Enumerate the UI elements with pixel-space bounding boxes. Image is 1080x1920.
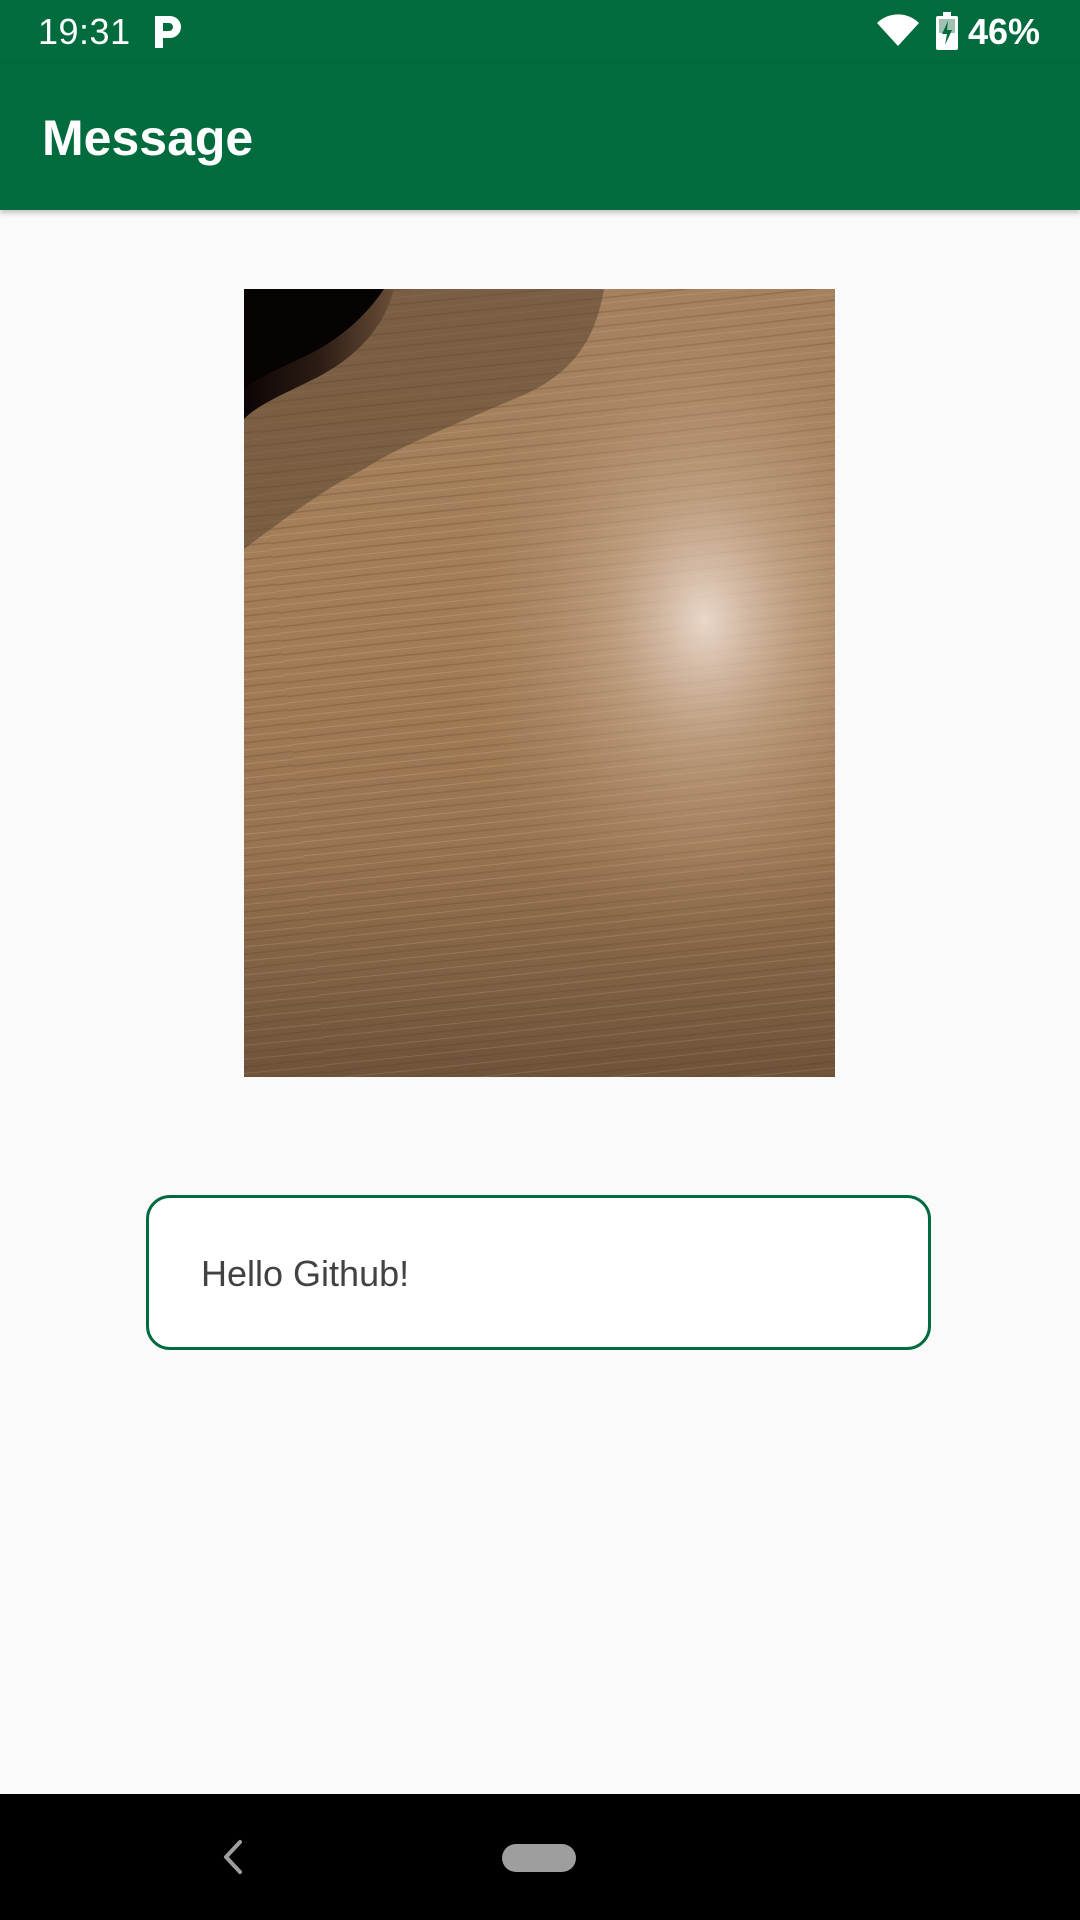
wifi-icon xyxy=(876,14,920,48)
app-bar: Message xyxy=(0,64,1080,210)
message-bubble[interactable]: Hello Github! xyxy=(146,1195,931,1350)
status-bar: 19:31 46% xyxy=(0,0,1080,64)
parking-app-icon xyxy=(150,12,184,52)
back-icon[interactable] xyxy=(218,1838,248,1876)
message-photo[interactable] xyxy=(244,289,835,1077)
navigation-bar xyxy=(0,1794,1080,1920)
photo-wood-texture xyxy=(244,289,835,1077)
battery-charging-icon xyxy=(936,12,958,50)
message-text: Hello Github! xyxy=(201,1253,410,1294)
page-title: Message xyxy=(42,110,254,166)
home-pill-icon[interactable] xyxy=(502,1844,576,1872)
battery-percentage: 46% xyxy=(968,11,1041,52)
status-time: 19:31 xyxy=(38,11,131,52)
